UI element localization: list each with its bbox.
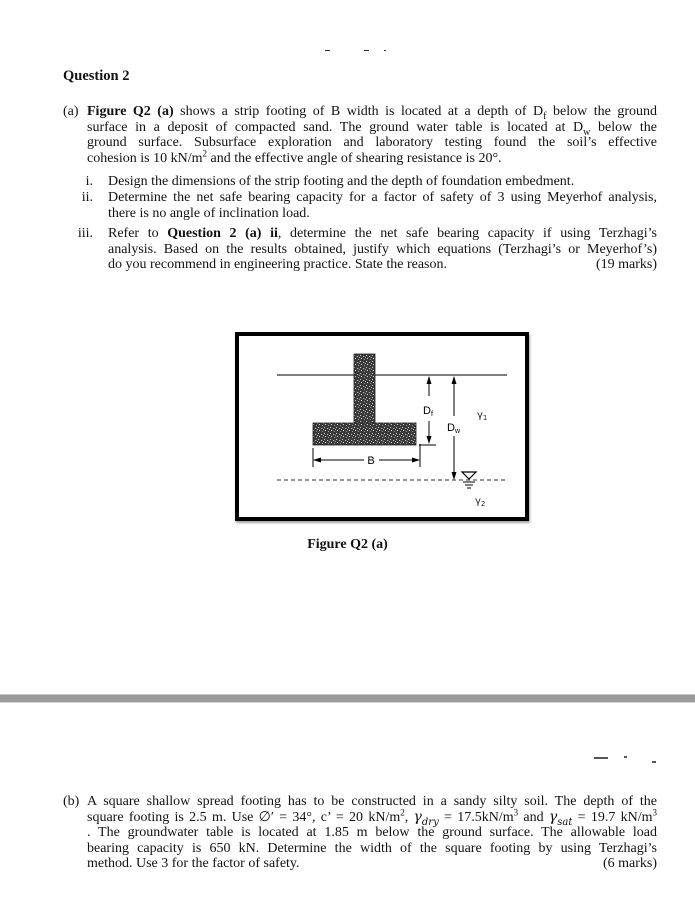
footing-diagram: B Df Dw γ1 γ2 <box>277 353 507 508</box>
text-span: = 17.5kN/m <box>438 809 514 825</box>
text-span: surface in a deposit of compacted sand. … <box>87 119 584 135</box>
part-b-line: square footing is 2.5 m. Use ∅′ = 34°, c… <box>87 806 658 826</box>
part-a-label: (a) <box>63 104 79 119</box>
text-span: and <box>518 809 549 825</box>
scan-artifact <box>384 50 386 51</box>
subitem-line: Determine the net safe bearing capacity … <box>108 190 657 205</box>
part-b-line: bearing capacity is 650 kN. Determine th… <box>87 840 657 856</box>
text-span: cohesion is 10 kN/m <box>87 150 203 166</box>
gamma-symbol: γ <box>548 808 558 825</box>
text-span: shows a strip footing of B width is loca… <box>173 104 544 119</box>
subitem-line: do you recommend in engineering practice… <box>108 257 657 273</box>
subitem-i: i. Design the dimensions of the strip fo… <box>63 174 657 190</box>
part-b-body: A square shallow spread footing has to b… <box>87 794 657 872</box>
part-a-body: Figure Q2 (a) shows a strip footing of B… <box>87 104 657 166</box>
scan-artifact <box>624 756 627 758</box>
scan-artifact <box>652 761 656 763</box>
gamma-symbol: γ <box>413 808 422 825</box>
subitem-number: i. <box>85 174 93 189</box>
subitem-line: Design the dimensions of the strip footi… <box>108 174 575 189</box>
text-span: and the effective angle of shearing resi… <box>207 150 502 166</box>
text-span: = 19.7 kN/m <box>572 809 653 825</box>
scan-artifact <box>325 50 330 51</box>
text-span: , <box>404 809 414 825</box>
text-span: , determine the net safe bearing capacit… <box>277 226 657 241</box>
width-label: B <box>367 455 374 467</box>
question-reference: Question 2 (a) ii <box>167 226 278 241</box>
subitem-number: iii. <box>77 226 93 241</box>
dw-label: Dw <box>447 422 461 435</box>
superscript: 3 <box>652 806 658 817</box>
df-label: Df <box>423 405 433 418</box>
part-b: (b) A square shallow spread footing has … <box>63 794 657 872</box>
text-span: below the ground <box>546 104 657 119</box>
part-a-line: Figure Q2 (a) shows a strip footing of B… <box>87 104 657 121</box>
footing-base <box>312 422 417 446</box>
footing-column <box>353 353 376 425</box>
text-span: Refer to <box>108 226 168 241</box>
page-divider <box>0 694 695 703</box>
scan-artifact <box>364 50 369 51</box>
marks-label: (19 marks) <box>595 257 657 273</box>
subitem-line: Refer to Question 2 (a) ii, determine th… <box>108 226 657 242</box>
subitem-number: ii. <box>81 190 93 205</box>
part-b-label: (b) <box>63 794 80 809</box>
scan-artifact <box>594 757 608 759</box>
part-b-line: method. Use 3 for the factor of safety. (… <box>87 856 657 872</box>
subitem-line: analysis. Based on the results obtained,… <box>108 241 657 257</box>
part-b-line: . The groundwater table is located at 1.… <box>87 825 657 841</box>
text-span: do you recommend in engineering practice… <box>108 257 447 273</box>
text-span: below the <box>590 119 657 135</box>
subitem-line: there is no angle of inclination load. <box>108 205 310 221</box>
part-a-line: cohesion is 10 kN/m2 and the effective a… <box>87 149 657 167</box>
subitem-iii: iii. Refer to Question 2 (a) ii, determi… <box>63 226 657 273</box>
gamma-2-label: γ2 <box>475 496 485 508</box>
figure-caption: Figure Q2 (a) <box>307 537 388 552</box>
subitem-ii: ii. Determine the net safe bearing capac… <box>63 190 657 221</box>
figure-q2a: B Df Dw γ1 γ2 <box>235 332 529 521</box>
part-b-line: A square shallow spread footing has to b… <box>87 794 657 809</box>
question-title: Question 2 <box>63 68 130 84</box>
gamma-1-label: γ1 <box>477 410 487 422</box>
part-a: (a) Figure Q2 (a) shows a strip footing … <box>63 104 657 166</box>
text-span: square footing is 2.5 m. Use ∅′ = 34°, c… <box>87 809 401 825</box>
figure-reference: Figure Q2 (a) <box>87 104 174 119</box>
part-a-line: surface in a deposit of compacted sand. … <box>87 119 657 137</box>
part-a-line: ground surface. Subsurface exploration a… <box>87 135 657 151</box>
marks-label: (6 marks) <box>602 856 657 872</box>
text-span: method. Use 3 for the factor of safety. <box>87 856 300 872</box>
